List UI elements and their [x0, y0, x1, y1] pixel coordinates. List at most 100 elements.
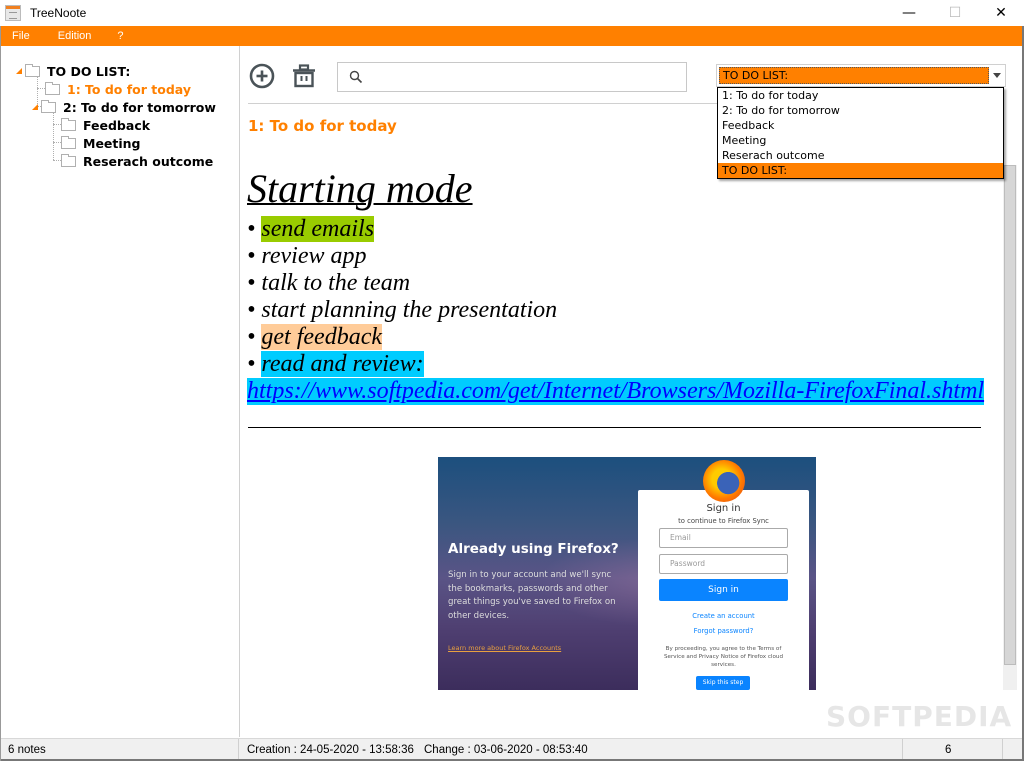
- tree-item[interactable]: 2: To do for tomorrow: [32, 98, 216, 116]
- bullet-text: read and review:: [261, 351, 424, 377]
- dropdown-option[interactable]: Feedback: [718, 118, 1003, 133]
- bullet-list: • send emails • review app • talk to the t…: [247, 216, 1003, 378]
- expand-arrow-icon[interactable]: [16, 68, 22, 74]
- image-password-field: Password: [659, 554, 788, 574]
- bullet-text: get feedback: [261, 324, 383, 350]
- image-email-field: Email: [659, 528, 788, 548]
- add-note-button[interactable]: [248, 62, 276, 90]
- tree-item-label: Reserach outcome: [83, 153, 214, 169]
- tree-item-label: TO DO LIST:: [47, 63, 131, 79]
- folder-icon: [25, 63, 40, 77]
- delete-note-button[interactable]: [290, 62, 318, 90]
- window-title: TreeNoote: [30, 6, 87, 20]
- status-divider: [1002, 739, 1003, 761]
- status-note-count: 6 notes: [8, 744, 46, 756]
- image-heading: Already using Firefox?: [448, 541, 619, 557]
- dropdown-option[interactable]: 1: To do for today: [718, 88, 1003, 103]
- tree-item[interactable]: Feedback: [61, 116, 150, 134]
- tree-connector: [37, 88, 45, 89]
- status-bar: 6 notes Creation : 24-05-2020 - 13:58:36…: [0, 738, 1024, 761]
- image-signin-title: Sign in: [706, 503, 741, 514]
- minimize-icon: —: [902, 5, 916, 21]
- status-divider: [238, 739, 239, 761]
- bullet-item: • get feedback: [247, 324, 1003, 351]
- image-create-account-link: Create an account: [692, 612, 755, 620]
- note-link[interactable]: https://www.softpedia.com/get/Internet/B…: [247, 378, 985, 405]
- dropdown-option[interactable]: Meeting: [718, 133, 1003, 148]
- bullet-icon: •: [247, 216, 256, 242]
- scrollbar-thumb[interactable]: [1004, 165, 1016, 665]
- editor-scrollbar[interactable]: [1003, 165, 1017, 690]
- tree-connector: [53, 113, 54, 160]
- add-circle-icon: [249, 63, 275, 89]
- window-controls: — ☐ ✕: [886, 0, 1024, 26]
- tree-item[interactable]: Meeting: [61, 134, 141, 152]
- image-body-text: Sign in to your account and we'll sync t…: [448, 570, 616, 621]
- bullet-text: start planning the presentation: [261, 297, 558, 323]
- tree-connector: [53, 124, 61, 125]
- close-button[interactable]: ✕: [978, 0, 1024, 26]
- image-learn-more-link: Learn more about Firefox Accounts: [448, 644, 562, 652]
- folder-icon: [61, 153, 76, 167]
- bullet-item: • review app: [247, 243, 1003, 270]
- bullet-item: • talk to the team: [247, 270, 1003, 297]
- search-box: [337, 62, 687, 92]
- notes-tree: TO DO LIST: 1: To do for today 2: To do …: [0, 46, 240, 737]
- firefox-logo-icon: [703, 460, 745, 502]
- folder-icon: [41, 99, 56, 113]
- dropdown-option[interactable]: Reserach outcome: [718, 148, 1003, 163]
- folder-icon: [45, 81, 60, 95]
- bullet-text: send emails: [261, 216, 375, 242]
- image-signin-button: Sign in: [659, 579, 788, 601]
- window-border: [0, 26, 1, 761]
- maximize-icon: ☐: [948, 5, 962, 21]
- dropdown-list: 1: To do for today 2: To do for tomorrow…: [717, 87, 1004, 179]
- bullet-item: • read and review:: [247, 351, 1003, 378]
- dropdown-option[interactable]: 2: To do for tomorrow: [718, 103, 1003, 118]
- folder-icon: [61, 135, 76, 149]
- bullet-icon: •: [247, 297, 256, 323]
- folder-icon: [61, 117, 76, 131]
- bullet-item: • send emails: [247, 216, 1003, 243]
- tree-connector: [53, 142, 61, 143]
- image-forgot-password-link: Forgot password?: [693, 627, 754, 635]
- tree-item-root[interactable]: TO DO LIST:: [16, 62, 130, 80]
- status-counter: 6: [945, 744, 952, 756]
- watermark: SOFTPEDIA: [826, 700, 1013, 733]
- search-input[interactable]: [370, 67, 680, 87]
- dropdown-selected-value: TO DO LIST:: [719, 67, 989, 84]
- menu-bar: File Edition ?: [0, 26, 1024, 46]
- status-divider: [902, 739, 903, 761]
- menu-edition[interactable]: Edition: [42, 26, 104, 46]
- image-signin-subtitle: to continue to Firefox Sync: [678, 517, 769, 525]
- expand-arrow-icon[interactable]: [32, 104, 38, 110]
- bullet-icon: •: [247, 324, 256, 350]
- maximize-button[interactable]: ☐: [932, 0, 978, 26]
- horizontal-rule: [248, 427, 981, 428]
- menu-help[interactable]: ?: [103, 26, 135, 46]
- bullet-text: talk to the team: [261, 270, 411, 296]
- close-icon: ✕: [995, 5, 1007, 21]
- image-legal-text: By proceeding, you agree to the Terms of…: [663, 646, 784, 668]
- tree-item[interactable]: 1: To do for today: [45, 80, 191, 98]
- title-bar: TreeNoote — ☐ ✕: [0, 0, 1024, 26]
- tree-item-label: Feedback: [83, 117, 151, 133]
- note-selector-dropdown[interactable]: TO DO LIST:: [716, 64, 1006, 87]
- trash-icon: [293, 64, 315, 88]
- chevron-down-icon[interactable]: [993, 73, 1001, 78]
- note-title: 1: To do for today: [248, 117, 397, 135]
- dropdown-option-selected[interactable]: TO DO LIST:: [718, 163, 1003, 178]
- embedded-image: Already using Firefox? Sign in to your a…: [438, 457, 816, 690]
- status-change-date: Change : 03-06-2020 - 08:53:40: [424, 744, 588, 756]
- tree-item-label: Meeting: [83, 135, 141, 151]
- search-icon: [349, 70, 363, 84]
- minimize-button[interactable]: —: [886, 0, 932, 26]
- menu-file[interactable]: File: [0, 26, 42, 46]
- bullet-icon: •: [247, 243, 256, 269]
- bullet-icon: •: [247, 270, 256, 296]
- tree-connector: [53, 160, 61, 161]
- tree-item[interactable]: Reserach outcome: [61, 152, 213, 170]
- status-creation-date: Creation : 24-05-2020 - 13:58:36: [247, 744, 414, 756]
- bullet-item: • start planning the presentation: [247, 297, 1003, 324]
- tree-item-label: 1: To do for today: [67, 81, 191, 97]
